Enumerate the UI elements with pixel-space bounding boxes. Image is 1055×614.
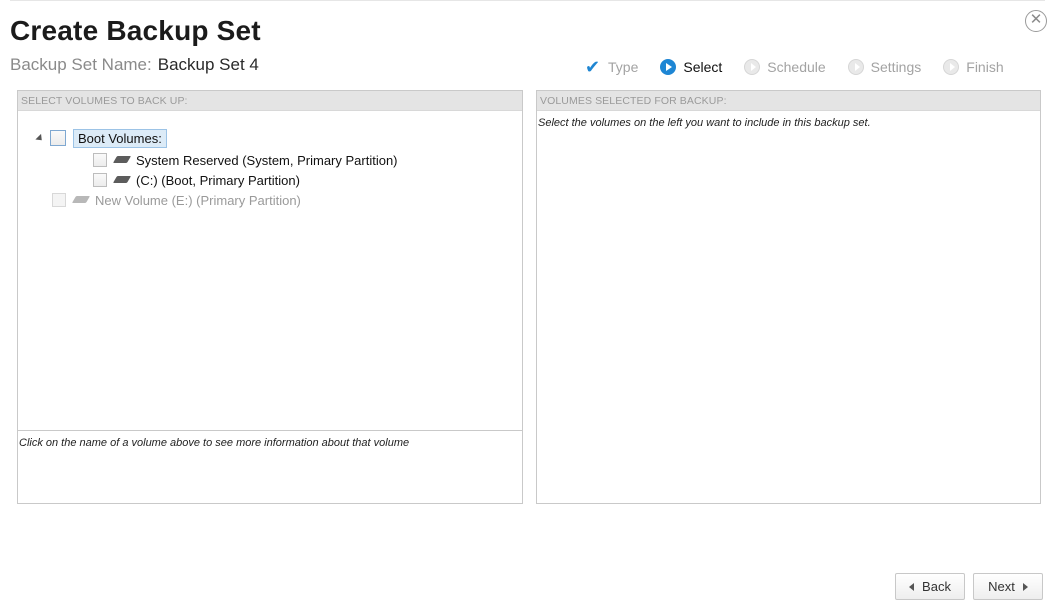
disk-icon	[73, 195, 90, 205]
next-button[interactable]: Next	[973, 573, 1043, 600]
step-finish-label: Finish	[966, 59, 1004, 75]
volumes-to-backup-header: SELECT VOLUMES TO BACK UP:	[18, 91, 522, 111]
step-select: Select	[660, 59, 722, 75]
back-button[interactable]: Back	[895, 573, 965, 600]
checkmark-icon: ✔	[585, 57, 601, 77]
dialog-title: Create Backup Set	[10, 15, 261, 46]
tree-item-e-drive: New Volume (E:) (Primary Partition)	[52, 190, 301, 210]
arrow-circle-icon	[660, 59, 677, 75]
c-drive-label[interactable]: (C:) (Boot, Primary Partition)	[136, 173, 300, 188]
system-reserved-checkbox[interactable]	[93, 153, 107, 167]
step-schedule-label: Schedule	[767, 59, 826, 75]
disk-icon	[114, 175, 131, 185]
step-type-label: Type	[608, 59, 639, 75]
arrow-circle-icon	[943, 59, 960, 75]
backup-set-name-value: Backup Set 4	[157, 55, 259, 74]
volume-tree: Boot Volumes: System Reserved (System, P…	[18, 111, 522, 430]
next-button-label: Next	[988, 579, 1015, 594]
selected-volumes-hint: Select the volumes on the left you want …	[538, 117, 871, 129]
c-drive-checkbox[interactable]	[93, 173, 107, 187]
e-drive-checkbox	[52, 193, 66, 207]
backup-set-name-row: Backup Set Name: Backup Set 4	[10, 55, 259, 75]
tree-item-c-drive[interactable]: (C:) (Boot, Primary Partition)	[93, 170, 300, 190]
chevron-left-icon	[909, 582, 915, 591]
volume-info-box: Click on the name of a volume above to s…	[18, 430, 522, 503]
disk-icon	[114, 155, 131, 165]
step-finish: Finish	[943, 59, 1004, 75]
boot-volumes-checkbox[interactable]	[50, 130, 66, 146]
system-reserved-label[interactable]: System Reserved (System, Primary Partiti…	[136, 153, 398, 168]
selected-volumes-header: VOLUMES SELECTED FOR BACKUP:	[537, 91, 1040, 111]
step-settings-label: Settings	[870, 59, 922, 75]
step-type: ✔ Type	[585, 57, 639, 77]
step-schedule: Schedule	[744, 59, 826, 75]
arrow-circle-icon	[847, 59, 864, 75]
boot-volumes-label[interactable]: Boot Volumes:	[73, 128, 167, 148]
selected-volumes-panel: VOLUMES SELECTED FOR BACKUP: Select the …	[536, 90, 1041, 504]
close-icon[interactable]: ✕	[1025, 10, 1047, 32]
step-settings: Settings	[847, 59, 922, 75]
tree-group-boot-volumes[interactable]: Boot Volumes:	[35, 128, 167, 148]
arrow-circle-icon	[744, 59, 761, 75]
backup-set-name-label: Backup Set Name:	[10, 55, 152, 74]
collapse-triangle-icon[interactable]	[35, 133, 45, 143]
top-divider	[10, 0, 1045, 1]
volumes-to-backup-panel: SELECT VOLUMES TO BACK UP: Boot Volumes:…	[17, 90, 523, 504]
e-drive-label: New Volume (E:) (Primary Partition)	[95, 192, 301, 208]
tree-item-system-reserved[interactable]: System Reserved (System, Primary Partiti…	[93, 150, 398, 170]
chevron-right-icon	[1022, 582, 1028, 591]
step-select-label: Select	[683, 59, 723, 75]
back-button-label: Back	[922, 579, 951, 594]
wizard-steps: ✔ Type Select Schedule Settings Finish	[585, 57, 1004, 77]
volume-info-text: Click on the name of a volume above to s…	[19, 437, 410, 449]
